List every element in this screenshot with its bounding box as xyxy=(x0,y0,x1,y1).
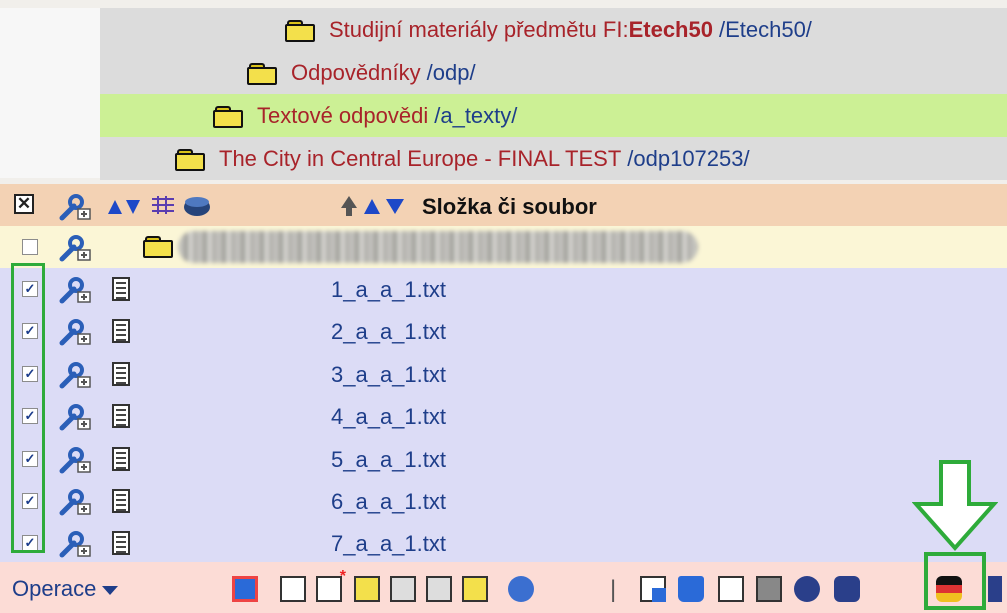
redacted-folder-name xyxy=(178,231,698,263)
trash-icon[interactable] xyxy=(678,576,704,602)
breadcrumb-level-4[interactable]: The City in Central Europe - FINAL TEST … xyxy=(100,137,1007,180)
new-file-icon[interactable] xyxy=(280,576,306,602)
toolbar: Operace * | xyxy=(0,562,1007,613)
row-checkbox[interactable] xyxy=(22,239,38,255)
up-arrow-icon[interactable] xyxy=(340,194,358,218)
settings-icon[interactable] xyxy=(756,576,782,602)
text-file-icon[interactable] xyxy=(112,489,130,513)
file-row[interactable]: ✓ 3_a_a_1.txt xyxy=(0,352,1007,396)
file-name-link[interactable]: 6_a_a_1.txt xyxy=(331,489,446,515)
sort-name-arrows-icon[interactable] xyxy=(362,196,406,216)
select-all-checkbox[interactable]: ✕ xyxy=(14,194,34,214)
wrench-icon[interactable] xyxy=(58,232,92,262)
file-row[interactable]: ✓ 1_a_a_1.txt xyxy=(0,268,1007,311)
file-row[interactable]: ✓ 5_a_a_1.txt xyxy=(0,437,1007,480)
breadcrumb-level-3[interactable]: Textové odpovědi /a_texty/ xyxy=(100,94,1007,137)
file-row[interactable]: ✓ 2_a_a_1.txt xyxy=(0,310,1007,353)
move-icon[interactable] xyxy=(426,576,452,602)
breadcrumb-level-2[interactable]: Odpovědníky /odp/ xyxy=(100,51,1007,94)
file-name-link[interactable]: 5_a_a_1.txt xyxy=(331,447,446,473)
highlight-checkboxes-box xyxy=(11,263,45,553)
breadcrumb-name[interactable]: Odpovědníky xyxy=(291,60,421,86)
operace-label: Operace xyxy=(12,576,97,601)
wrench-icon[interactable] xyxy=(58,274,92,304)
new-folder-icon[interactable] xyxy=(354,576,380,602)
column-header-name[interactable]: Složka či soubor xyxy=(422,194,597,220)
text-file-icon[interactable] xyxy=(112,531,130,556)
breadcrumb-name[interactable]: The City in Central Europe - FINAL TEST xyxy=(219,146,621,172)
breadcrumb-path[interactable]: /odp107253/ xyxy=(627,146,749,172)
breadcrumb-level-1[interactable]: Studijní materiály předmětu FI:Etech50 /… xyxy=(100,8,1007,51)
file-row[interactable]: ✓ 6_a_a_1.txt xyxy=(0,480,1007,523)
folder-icon xyxy=(213,105,243,128)
shared-folder-icon xyxy=(143,236,173,258)
folder-icon xyxy=(247,62,277,85)
wrench-icon[interactable] xyxy=(58,401,92,431)
columns-icon[interactable] xyxy=(150,194,176,216)
wrench-icon[interactable] xyxy=(58,528,92,558)
text-file-icon[interactable] xyxy=(112,404,130,429)
breadcrumb-course-code[interactable]: Etech50 xyxy=(629,17,713,42)
breadcrumb-name[interactable]: Textové odpovědi xyxy=(257,103,428,129)
breadcrumb-path[interactable]: /Etech50/ xyxy=(719,17,812,43)
breadcrumb-path[interactable]: /a_texty/ xyxy=(434,103,517,129)
chevron-down-icon xyxy=(102,585,119,595)
text-file-icon[interactable] xyxy=(112,361,130,386)
highlight-arrow-icon xyxy=(912,460,998,552)
toolbar-separator: | xyxy=(610,576,617,603)
file-name-link[interactable]: 1_a_a_1.txt xyxy=(331,277,446,303)
sort-arrows-icon[interactable] xyxy=(106,196,142,216)
left-gutter xyxy=(0,8,100,178)
lock-icon[interactable] xyxy=(834,576,860,602)
pot-icon[interactable] xyxy=(182,192,212,218)
edit-icon[interactable] xyxy=(718,576,744,602)
export-icon[interactable] xyxy=(462,576,488,602)
text-file-icon[interactable] xyxy=(112,277,130,301)
breadcrumb-path[interactable]: /odp/ xyxy=(427,60,476,86)
wrench-icon[interactable] xyxy=(58,316,92,346)
table-header: ✕ Složka či soubor xyxy=(0,184,1007,228)
breadcrumb-name[interactable]: Studijní materiály předmětu FI: xyxy=(329,17,629,42)
file-row[interactable]: ✓ 7_a_a_1.txt xyxy=(0,522,1007,565)
select-checkbox-icon[interactable] xyxy=(640,576,666,602)
file-name-link[interactable]: 3_a_a_1.txt xyxy=(331,362,446,388)
wrench-icon[interactable] xyxy=(58,444,92,474)
operace-menu[interactable]: Operace xyxy=(12,576,119,602)
folder-icon xyxy=(175,148,205,171)
file-name-link[interactable]: 2_a_a_1.txt xyxy=(331,319,446,345)
file-name-link[interactable]: 7_a_a_1.txt xyxy=(331,531,446,557)
text-file-icon[interactable] xyxy=(112,446,130,471)
file-row[interactable]: ✓ 4_a_a_1.txt xyxy=(0,395,1007,438)
copy-icon[interactable] xyxy=(390,576,416,602)
folder-icon xyxy=(285,19,315,42)
new-item-icon[interactable]: * xyxy=(316,568,346,602)
select-toggle-icon[interactable] xyxy=(232,576,258,602)
globe-icon[interactable] xyxy=(508,576,534,602)
file-name-link[interactable]: 4_a_a_1.txt xyxy=(331,404,446,430)
more-icon[interactable] xyxy=(988,576,1002,602)
text-file-icon[interactable] xyxy=(112,319,130,344)
highlight-tool-box xyxy=(924,552,986,610)
gears-icon[interactable] xyxy=(794,576,820,602)
wrench-icon[interactable] xyxy=(58,191,92,221)
wrench-icon[interactable] xyxy=(58,359,92,389)
wrench-icon[interactable] xyxy=(58,486,92,516)
